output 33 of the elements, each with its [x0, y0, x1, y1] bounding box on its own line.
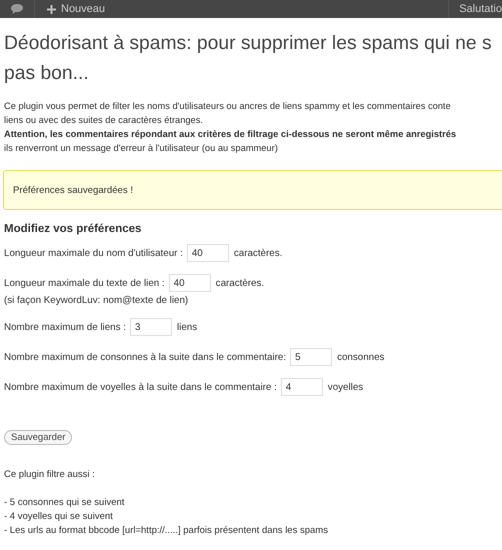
plus-icon: [47, 4, 56, 14]
list-item: - 4 voyelles qui se suivent: [4, 510, 114, 524]
notice-text: Préférences sauvegardées !: [13, 184, 133, 196]
input-field[interactable]: 40: [168, 274, 211, 292]
field-label: Nombre maximum de voyelles à la suite dans le commentaire :: [4, 382, 277, 392]
field-label: Nombre maximum de consonnes à la suite dans le commentaire:: [4, 352, 286, 362]
intro-text: liens ou avec des suites de caractères étranges.: [4, 114, 204, 127]
comment-icon[interactable]: [10, 3, 24, 15]
page-title: Déodorisant à spams: pour supprimer les spams qui ne s pas bon...: [4, 32, 493, 86]
field-note: (si façon KeywordLuv: nom@texte de lien): [4, 295, 190, 306]
intro-text: Ce plugin vous permet de filter les noms d'utilisateurs ou ancres de liens spammy et les commentaires conte: [4, 100, 452, 113]
list-item: - Les urls au format bbcode [url=http://.....] parfois présentent dans les spams: [4, 524, 329, 538]
input-field[interactable]: 3: [130, 318, 172, 336]
intro-text: Attention, les commentaires répondant aux critères de filtrage ci-dessous ne seront même anregistrés: [4, 128, 458, 141]
new-label: Nouveau: [61, 3, 106, 15]
input-field[interactable]: 4: [280, 378, 323, 396]
input-field[interactable]: 40: [186, 244, 229, 262]
save-button[interactable]: Sauvegarder: [4, 430, 72, 445]
unit-label: caractères.: [234, 248, 282, 258]
section-heading: Modifiez vos préférences: [4, 223, 142, 235]
unit-label: liens: [176, 322, 198, 332]
field-label: Longueur maximale du nom d'utilisateur :: [4, 248, 183, 258]
intro-text: ils renverront un message d'erreur à l'utilisateur (ou au spammeur): [4, 142, 279, 155]
field-label: Nombre maximum de liens :: [4, 322, 126, 332]
account-menu[interactable]: Salutatio: [448, 0, 502, 18]
unit-label: caractères.: [216, 278, 264, 288]
field-label: Longueur maximale du texte de lien :: [4, 278, 165, 288]
new-menu[interactable]: Nouveau: [35, 0, 114, 18]
input-field[interactable]: 5: [290, 348, 332, 366]
footer-intro: Ce plugin filtre aussi :: [4, 468, 96, 482]
unit-label: voyelles: [328, 382, 364, 392]
unit-label: consonnes: [337, 352, 384, 362]
list-item: - 5 consonnes qui se suivent: [4, 496, 126, 510]
